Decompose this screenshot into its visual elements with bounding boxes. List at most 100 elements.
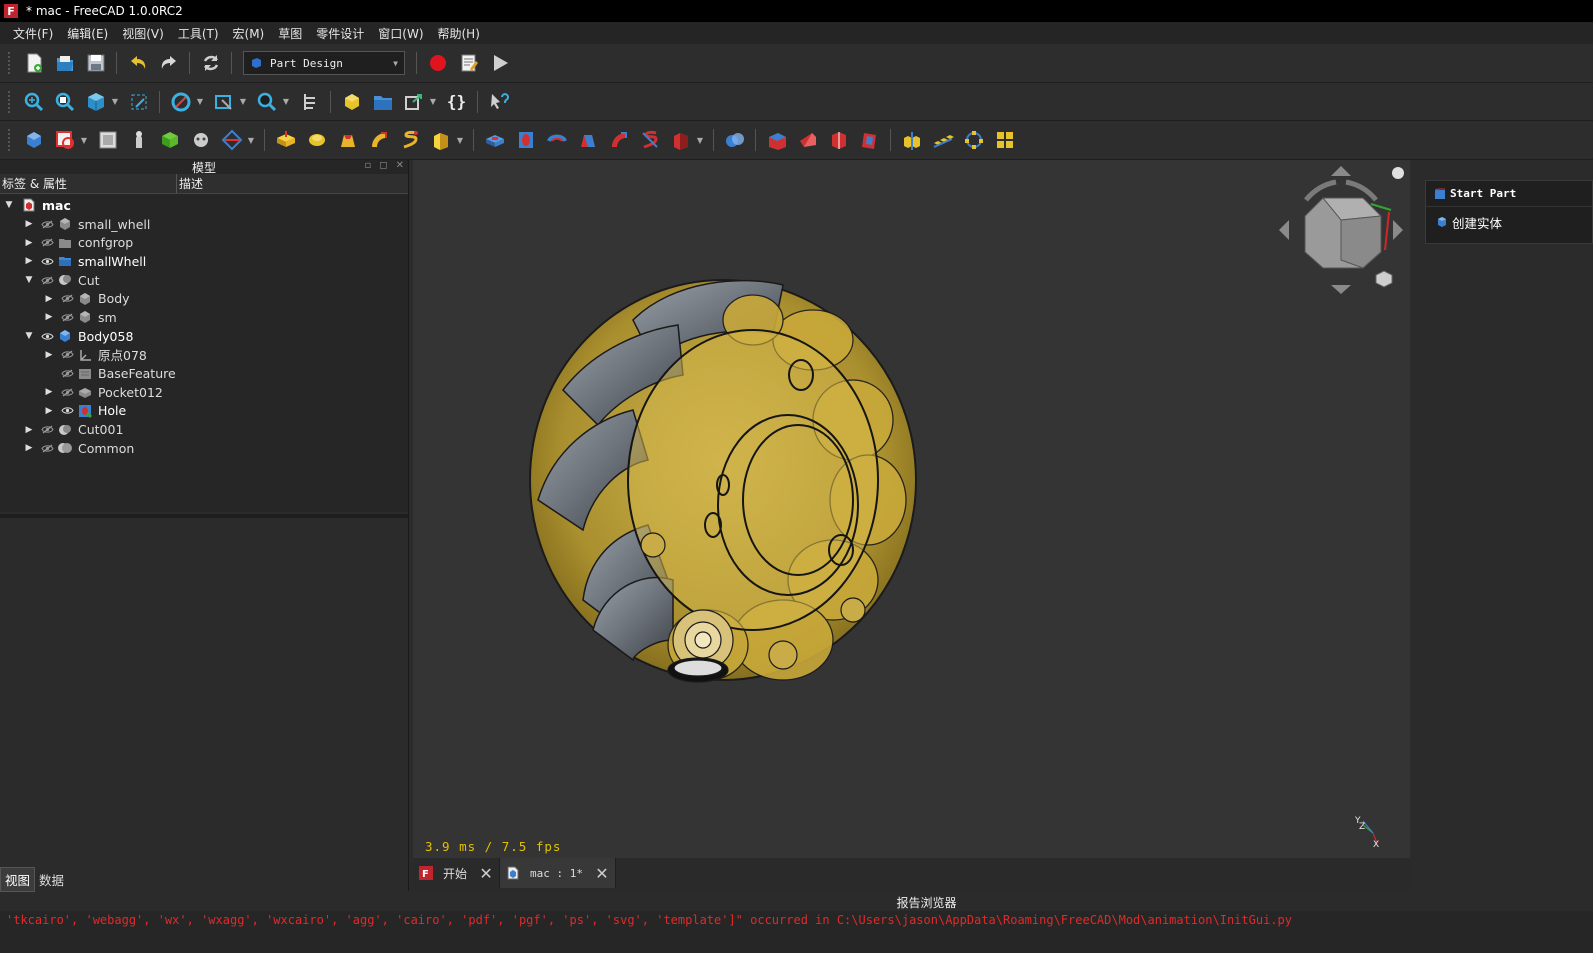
- eye-hidden-icon[interactable]: [40, 238, 54, 248]
- polar-pattern-button[interactable]: [960, 127, 987, 154]
- create-group-button[interactable]: [369, 88, 396, 115]
- expand-arrow-icon[interactable]: ▶: [44, 312, 54, 322]
- expand-arrow-icon[interactable]: ▶: [44, 294, 54, 304]
- chevron-down-icon[interactable]: ▼: [111, 88, 119, 115]
- hole-button[interactable]: [512, 127, 539, 154]
- tree-item-body058[interactable]: ▼ Body058: [0, 327, 408, 346]
- navigation-cube[interactable]: [1279, 166, 1404, 294]
- tab-data[interactable]: 数据: [35, 868, 68, 891]
- macro-run-button[interactable]: [486, 50, 513, 77]
- clone-button[interactable]: [125, 127, 152, 154]
- expand-arrow-icon[interactable]: ▶: [24, 443, 34, 453]
- menu-view[interactable]: 视图(V): [115, 25, 171, 42]
- create-sketch-button[interactable]: [51, 127, 78, 154]
- view-box-button[interactable]: [210, 88, 237, 115]
- mirrored-button[interactable]: [898, 127, 925, 154]
- expand-arrow-icon[interactable]: ▶: [44, 387, 54, 397]
- tree-view-button[interactable]: [296, 88, 323, 115]
- chevron-down-icon[interactable]: ▼: [429, 88, 437, 115]
- tab-mac-document[interactable]: mac : 1* ✕: [500, 858, 616, 888]
- subtractive-helix-button[interactable]: [636, 127, 663, 154]
- open-file-button[interactable]: [51, 50, 78, 77]
- workbench-selector[interactable]: Part Design ▼: [243, 51, 405, 75]
- groove-button[interactable]: [543, 127, 570, 154]
- expand-arrow-icon[interactable]: ▶: [24, 219, 34, 229]
- toolbar-grip[interactable]: [8, 52, 12, 74]
- chevron-down-icon[interactable]: ▼: [247, 127, 255, 154]
- collapse-arrow-icon[interactable]: ▼: [24, 331, 34, 341]
- col-desc-header[interactable]: 描述: [177, 174, 203, 193]
- tree-item-mac[interactable]: ▼ mac: [0, 196, 408, 215]
- revolution-button[interactable]: [303, 127, 330, 154]
- eye-hidden-icon[interactable]: [60, 369, 74, 379]
- subtractive-pipe-button[interactable]: [605, 127, 632, 154]
- menu-sketch[interactable]: 草图: [271, 25, 309, 42]
- boolean-button[interactable]: [721, 127, 748, 154]
- menu-part-design[interactable]: 零件设计: [309, 25, 371, 42]
- menu-edit[interactable]: 编辑(E): [60, 25, 115, 42]
- measure-button[interactable]: [253, 88, 280, 115]
- pocket-button[interactable]: [481, 127, 508, 154]
- subtractive-loft-button[interactable]: [574, 127, 601, 154]
- additive-helix-button[interactable]: [396, 127, 423, 154]
- tree-item-pocket012[interactable]: ▶ Pocket012: [0, 383, 408, 402]
- tab-view[interactable]: 视图: [0, 866, 36, 892]
- datum-plane-button[interactable]: [218, 127, 245, 154]
- create-part-button[interactable]: [338, 88, 365, 115]
- eye-hidden-icon[interactable]: [40, 425, 54, 435]
- chevron-down-icon[interactable]: ▼: [239, 88, 247, 115]
- collapse-arrow-icon[interactable]: ▼: [24, 275, 34, 285]
- chevron-down-icon[interactable]: ▼: [282, 88, 290, 115]
- draw-style-button[interactable]: [167, 88, 194, 115]
- menu-macro[interactable]: 宏(M): [226, 25, 272, 42]
- save-file-button[interactable]: [82, 50, 109, 77]
- eye-hidden-icon[interactable]: [40, 219, 54, 229]
- bounding-box-button[interactable]: [125, 88, 152, 115]
- pad-button[interactable]: [272, 127, 299, 154]
- eye-hidden-icon[interactable]: [60, 294, 74, 304]
- additive-pipe-button[interactable]: [365, 127, 392, 154]
- eye-hidden-icon[interactable]: [60, 387, 74, 397]
- tree-item-cut[interactable]: ▼ Cut: [0, 271, 408, 290]
- create-body-task[interactable]: 创建实体: [1426, 207, 1592, 237]
- new-file-button[interactable]: [20, 50, 47, 77]
- col-label-header[interactable]: 标签 & 属性: [0, 174, 177, 193]
- menu-tools[interactable]: 工具(T): [171, 25, 226, 42]
- additive-loft-button[interactable]: [334, 127, 361, 154]
- tree-item-hole[interactable]: ▶ Hole: [0, 402, 408, 421]
- tree-item-common[interactable]: ▶ Common: [0, 439, 408, 458]
- fit-selection-button[interactable]: [51, 88, 78, 115]
- whats-this-button[interactable]: [485, 88, 512, 115]
- eye-hidden-icon[interactable]: [60, 350, 74, 360]
- tree-item-smallwhell[interactable]: ▶ smallWhell: [0, 252, 408, 271]
- restore-panel-icon[interactable]: ◻: [379, 160, 387, 171]
- expand-arrow-icon[interactable]: ▶: [24, 256, 34, 266]
- subtractive-primitive-button[interactable]: [667, 127, 694, 154]
- chevron-down-icon[interactable]: ▼: [456, 127, 464, 154]
- validate-sketch-button[interactable]: [94, 127, 121, 154]
- tree-item-原点078[interactable]: ▶ 原点078: [0, 346, 408, 365]
- macro-edit-button[interactable]: [455, 50, 482, 77]
- eye-icon[interactable]: [60, 406, 74, 416]
- eye-hidden-icon[interactable]: [40, 275, 54, 285]
- fillet-button[interactable]: [763, 127, 790, 154]
- expression-button[interactable]: {}: [443, 88, 470, 115]
- create-body-button[interactable]: [20, 127, 47, 154]
- fit-all-button[interactable]: [20, 88, 47, 115]
- close-panel-icon[interactable]: ✕: [396, 160, 404, 171]
- menu-window[interactable]: 窗口(W): [371, 25, 430, 42]
- tree-item-basefeature[interactable]: BaseFeature: [0, 364, 408, 383]
- thickness-button[interactable]: [856, 127, 883, 154]
- macro-record-button[interactable]: [424, 50, 451, 77]
- chamfer-button[interactable]: [794, 127, 821, 154]
- eye-hidden-icon[interactable]: [60, 312, 74, 322]
- tree-item-body[interactable]: ▶ Body: [0, 289, 408, 308]
- expand-arrow-icon[interactable]: ▶: [44, 350, 54, 360]
- menu-help[interactable]: 帮助(H): [431, 25, 487, 42]
- chevron-down-icon[interactable]: ▼: [196, 88, 204, 115]
- float-panel-icon[interactable]: ▫: [365, 160, 372, 171]
- chevron-down-icon[interactable]: ▼: [696, 127, 704, 154]
- close-icon[interactable]: ✕: [479, 864, 493, 883]
- close-icon[interactable]: ✕: [595, 864, 609, 883]
- eye-icon[interactable]: [40, 331, 54, 341]
